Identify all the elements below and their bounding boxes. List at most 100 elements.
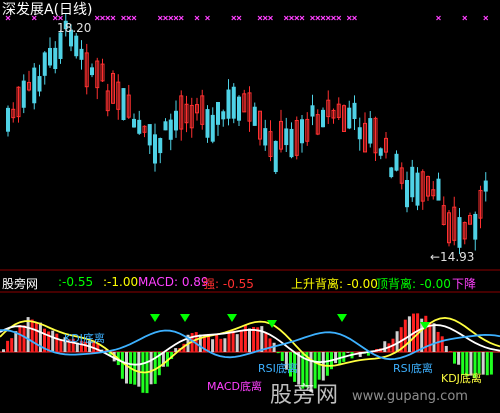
candle-body [58,32,63,59]
signal-x-marker [310,15,315,21]
candle-body [352,102,357,120]
candle-body [53,47,58,70]
signal-x-marker [236,15,242,21]
histogram-bar [30,319,34,352]
signal-x-marker [283,15,289,21]
signal-x-marker [126,15,132,21]
histogram-bar [14,331,18,352]
histogram-bar [227,331,231,352]
down-arrow-signal [337,314,347,322]
histogram-bar [125,352,128,384]
histogram-bar [457,352,461,365]
histogram-bar [248,328,251,352]
histogram-bar [317,352,321,380]
candle-body [210,114,215,142]
histogram-bar [6,340,10,352]
candle-body [216,101,220,125]
candle-body [32,67,37,104]
candle-body [389,167,394,178]
low-price-label: ←14.93 [430,250,475,264]
histogram-bar [395,331,399,352]
histogram-bar [223,338,227,352]
histogram-bar [231,330,235,352]
histogram-bar [481,352,485,375]
candle-body [221,111,226,120]
signal-x-marker [105,15,111,21]
histogram-bar [325,352,329,376]
signal-x-marker [299,15,305,21]
signal-x-marker [462,15,468,21]
signal-x-marker [173,15,179,21]
candle-body [378,148,383,156]
histogram-bar [137,352,141,387]
down-arrow-signal [227,314,237,322]
candle-body [137,119,142,134]
candle-body [284,128,289,146]
histogram-bar [440,336,444,352]
signal-x-marker [346,15,352,21]
candle-body [368,118,373,144]
signal-x-marker [131,15,137,21]
signal-x-marker [483,15,489,21]
candle-body [147,124,152,146]
signal-x-marker [100,15,105,21]
candle-body [153,134,157,164]
candle-body [226,89,231,119]
histogram-bar [26,317,30,352]
signal-x-marker [436,15,441,21]
candle-body [405,180,409,208]
indicator-value-rise-divergence: 上升背离: -0.00 [291,277,378,291]
candle-body [90,67,94,76]
signal-x-marker [262,15,268,21]
histogram-bar [239,330,243,352]
candle-body [163,121,168,131]
histogram-bar [235,334,239,352]
indicator-value-strength: 强: -0.55 [203,277,254,291]
candle-body [436,178,441,201]
signal-x-marker [336,15,342,21]
histogram-bar [489,352,493,375]
histogram-bar [2,349,5,352]
histogram-bar [215,334,219,352]
indicator-value-top-divergence: 顶背离: -0.00 [376,277,451,291]
candle-body [158,138,163,154]
candle-body [37,76,42,92]
macd-divergence-label: MACD底离 [207,380,262,393]
signal-x-marker [315,15,321,21]
signal-x-marker [110,15,116,21]
indicator-values-row: 股旁网 :-0.55 :-1.00 MACD: 0.89 强: -0.55 上升… [0,274,500,292]
watermark-url: www.gupang.com [352,389,468,404]
candle-body [42,52,47,76]
kdj-divergence-label-2: KDJ底离 [441,372,482,385]
histogram-bar [432,323,436,352]
signal-x-marker [121,15,126,21]
candle-body [79,48,84,60]
candle-body [410,166,415,198]
signal-x-marker [257,15,263,21]
candle-body [6,107,10,132]
candle-body [300,119,304,144]
candle-body [21,80,26,108]
candle-body [121,88,126,121]
candle-body [415,172,420,206]
indicator-value-trend: 下降 [452,277,477,291]
indicator-value-2: :-1.00 [103,275,139,289]
indicator-panel-name[interactable]: 股旁网 [2,275,38,292]
candle-body [289,128,294,158]
indicator-value-1: :-0.55 [58,275,94,289]
watermark-text: 股旁网 [270,383,340,408]
high-price-label: 18.20 [57,21,92,35]
histogram-bar [59,339,63,352]
signal-x-marker [205,15,210,21]
stock-chart-window: 深发展A(日线) 18.20 ←14.93 股旁网 :-0.55 :-1.00 … [0,0,500,413]
candle-body [48,47,52,66]
indicator-value-macd: MACD: 0.89 [138,275,209,289]
candle-body [168,119,173,140]
chart-title: 深发展A(日线) [2,2,93,18]
candle-body [237,96,241,121]
signal-x-marker [163,15,168,21]
signal-x-marker [320,15,326,21]
chart-canvas[interactable] [0,0,500,413]
rsi-divergence-label-1: RSI底离 [258,362,298,375]
histogram-bar [260,326,264,352]
